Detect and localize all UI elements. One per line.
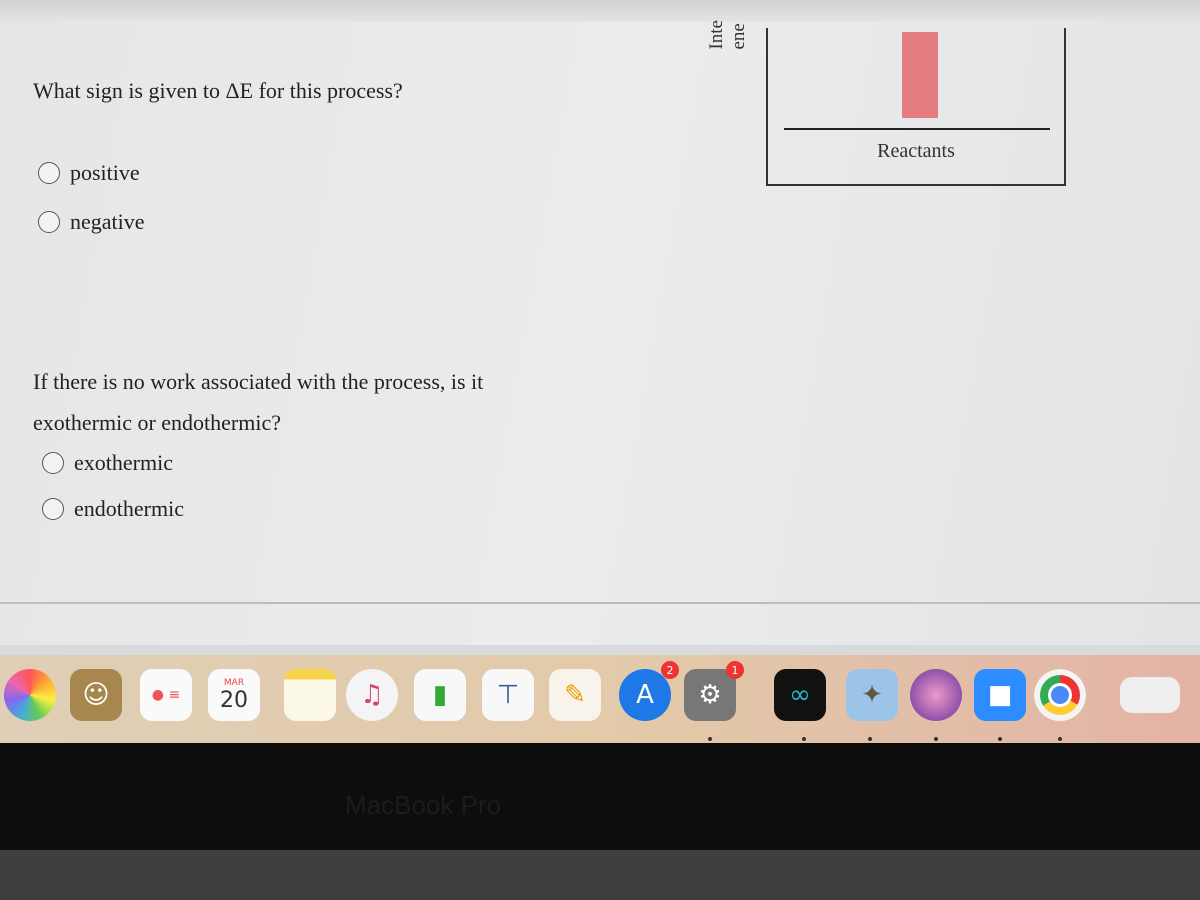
- running-indicator: [708, 737, 712, 741]
- axis-label: Inte ene: [706, 20, 750, 50]
- pages-icon[interactable]: ✎: [549, 669, 601, 721]
- downloads-stack-icon[interactable]: [1120, 677, 1180, 713]
- option-label: endothermic: [74, 496, 184, 521]
- bezel-label: MacBook Pro: [345, 790, 502, 820]
- chrome-icon[interactable]: [1034, 669, 1086, 721]
- dock: ☺ ● ≡ MAR 20 ♫ ▮ ⊤ ✎ A2 ⚙ 1 ∞ ✦ ■: [0, 655, 1200, 743]
- top-band: [0, 0, 1200, 22]
- axis-label-line-1: Inte: [706, 20, 727, 50]
- radio-button[interactable]: [42, 452, 64, 474]
- option-endothermic[interactable]: endothermic: [42, 496, 184, 522]
- photos-icon[interactable]: [4, 669, 56, 721]
- laptop-base: [0, 850, 1200, 900]
- numbers-icon[interactable]: ▮: [414, 669, 466, 721]
- settings-badge: 1: [726, 661, 744, 679]
- calendar-day: 20: [220, 687, 248, 713]
- monterey-installer-icon[interactable]: [910, 669, 962, 721]
- preview-icon[interactable]: ✦: [846, 669, 898, 721]
- radio-button[interactable]: [38, 211, 60, 233]
- system-preferences-icon[interactable]: ⚙ 1: [684, 661, 744, 721]
- running-indicator: [802, 737, 806, 741]
- energy-diagram: Reactants: [766, 28, 1066, 186]
- music-icon[interactable]: ♫: [346, 669, 398, 721]
- option-negative[interactable]: negative: [38, 209, 145, 235]
- zoom-icon[interactable]: ■: [974, 669, 1026, 721]
- running-indicator: [998, 737, 1002, 741]
- question-1-text: What sign is given to ΔE for this proces…: [33, 78, 403, 103]
- reactants-level-line: [784, 128, 1050, 130]
- reminders-icon[interactable]: ● ≡: [140, 669, 192, 721]
- running-indicator: [1058, 737, 1062, 741]
- axis-label-line-2: ene: [728, 23, 749, 50]
- question-2-line-1: If there is no work associated with the …: [33, 369, 484, 394]
- webex-icon[interactable]: ∞: [774, 669, 826, 721]
- notes-icon[interactable]: [284, 669, 336, 721]
- question-2-line-2: exothermic or endothermic?: [33, 410, 282, 435]
- keynote-icon[interactable]: ⊤: [482, 669, 534, 721]
- screen: What sign is given to ΔE for this proces…: [0, 0, 1200, 645]
- contacts-icon[interactable]: ☺: [70, 669, 122, 721]
- energy-bar: [902, 32, 938, 118]
- option-label: exothermic: [74, 450, 173, 475]
- option-positive[interactable]: positive: [38, 160, 140, 186]
- radio-button[interactable]: [42, 498, 64, 520]
- option-label: negative: [70, 209, 145, 234]
- reactants-label: Reactants: [877, 140, 955, 162]
- app-store-icon[interactable]: A2: [619, 661, 679, 721]
- app-store-badge: 2: [661, 661, 679, 679]
- running-indicator: [934, 737, 938, 741]
- laptop-bezel: [0, 743, 1200, 850]
- radio-button[interactable]: [38, 162, 60, 184]
- calendar-icon[interactable]: MAR 20: [208, 669, 260, 721]
- running-indicator: [868, 737, 872, 741]
- calendar-month: MAR: [223, 677, 245, 688]
- option-label: positive: [70, 160, 140, 185]
- divider: [0, 602, 1200, 604]
- option-exothermic[interactable]: exothermic: [42, 450, 173, 476]
